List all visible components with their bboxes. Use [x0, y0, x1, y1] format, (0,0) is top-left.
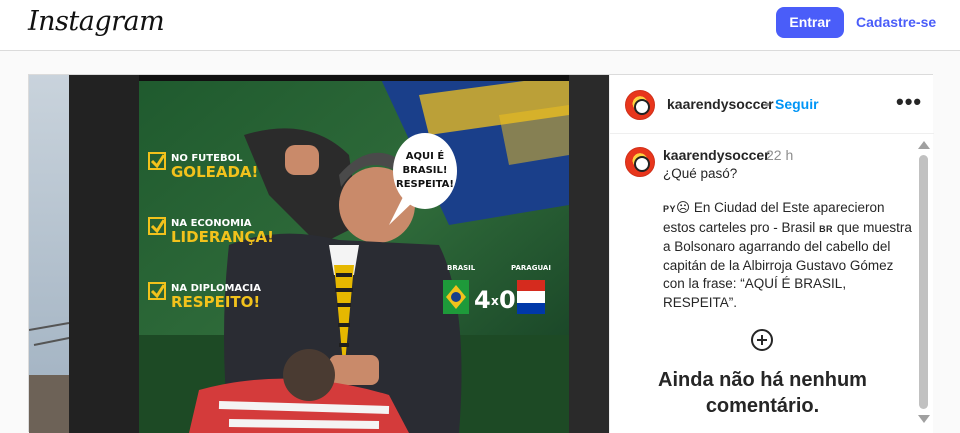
owner-avatar[interactable]	[625, 90, 655, 120]
no-comments-text: Ainda não há nenhum comentário.	[658, 369, 867, 417]
caption-avatar[interactable]	[625, 147, 655, 177]
score-team-right: PARAGUAI	[511, 264, 551, 272]
instagram-logo[interactable]: Instagram	[28, 6, 165, 37]
caption-line-1: ¿Qué pasó?	[663, 166, 738, 181]
comments-scrollbar[interactable]	[916, 137, 930, 433]
header-separator: •	[765, 96, 770, 112]
login-button[interactable]: Entrar	[776, 7, 844, 38]
signup-link[interactable]: Cadastre-se	[856, 14, 936, 30]
score-right: 0	[499, 286, 516, 314]
bubble-line-2: BRASIL!	[403, 165, 448, 176]
score-x: x	[491, 294, 499, 308]
emoji-icon: ☹	[676, 200, 691, 215]
score-team-left: BRASIL	[447, 264, 476, 272]
post-sidebar: kaarendysoccer • Seguir ••• kaarendysocc…	[609, 75, 934, 433]
scroll-up-arrow-icon[interactable]	[918, 141, 930, 149]
post-container: AQUI É BRASIL! RESPEITA! NO FUTEBOL GOLE…	[28, 74, 934, 433]
score-left: 4	[474, 286, 491, 314]
flag-py: PY	[663, 204, 677, 214]
billboard-image: AQUI É BRASIL! RESPEITA! NO FUTEBOL GOLE…	[29, 75, 609, 433]
scrollbar-thumb[interactable]	[919, 155, 928, 409]
caption-text: PY☹ En Ciudad del Este aparecieron estos…	[663, 199, 918, 312]
post-image[interactable]: AQUI É BRASIL! RESPEITA! NO FUTEBOL GOLE…	[29, 75, 609, 433]
flag-br: BR	[819, 223, 834, 234]
caption-time[interactable]: 22 h	[766, 147, 793, 163]
caption-username[interactable]: kaarendysoccer	[663, 147, 770, 163]
follow-button[interactable]: Seguir	[775, 96, 819, 112]
bubble-line-3: RESPEITA!	[396, 179, 454, 190]
add-circle-icon[interactable]	[751, 329, 773, 351]
billboard-item-1-bottom: GOLEADA!	[171, 163, 258, 181]
post-header: kaarendysoccer • Seguir •••	[610, 75, 934, 134]
more-options-icon[interactable]: •••	[896, 89, 922, 115]
owner-username[interactable]: kaarendysoccer	[667, 96, 774, 112]
billboard-item-2-bottom: LIDERANÇA!	[171, 228, 274, 246]
top-bar: Instagram Entrar Cadastre-se	[0, 0, 960, 51]
bubble-line-1: AQUI É	[406, 149, 445, 162]
billboard-item-3-bottom: RESPEITO!	[171, 293, 260, 311]
scroll-down-arrow-icon[interactable]	[918, 415, 930, 423]
